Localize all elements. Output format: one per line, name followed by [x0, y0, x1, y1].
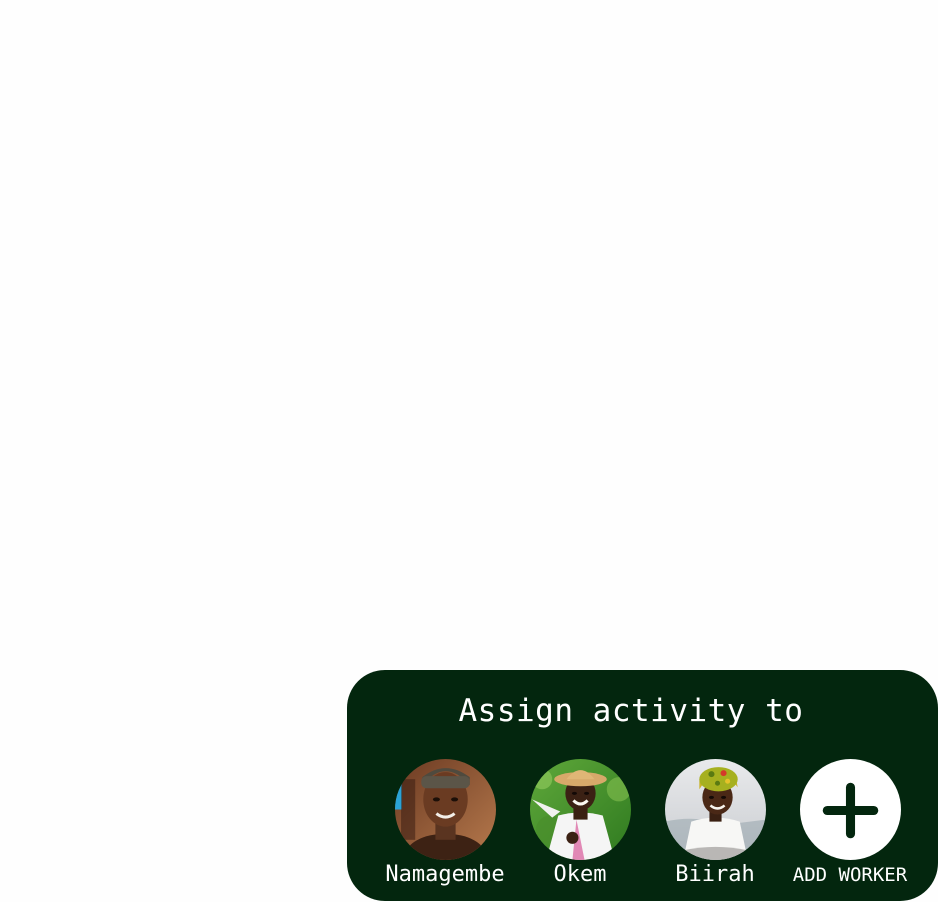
- worker-option-okem[interactable]: Okem: [514, 759, 646, 889]
- add-worker-circle[interactable]: [800, 759, 901, 860]
- worker-avatar[interactable]: [530, 759, 631, 860]
- add-worker-button[interactable]: ADD WORKER: [784, 759, 916, 889]
- worker-avatar[interactable]: [665, 759, 766, 860]
- person-photo-avatar-icon: [530, 759, 631, 860]
- add-worker-label: ADD WORKER: [792, 864, 908, 886]
- worker-name: Biirah: [675, 862, 755, 887]
- assign-activity-panel: Assign activity to Namagembe Okem Biirah…: [347, 670, 938, 901]
- worker-option-biirah[interactable]: Biirah: [649, 759, 781, 889]
- worker-option-namagembe[interactable]: Namagembe: [379, 759, 511, 889]
- worker-name: Okem: [553, 862, 607, 887]
- plus-icon: [822, 782, 879, 839]
- person-photo-avatar-icon: [665, 759, 766, 860]
- person-photo-avatar-icon: [395, 759, 496, 860]
- panel-title: Assign activity to: [458, 693, 804, 729]
- worker-avatar[interactable]: [395, 759, 496, 860]
- worker-name: Namagembe: [385, 862, 505, 887]
